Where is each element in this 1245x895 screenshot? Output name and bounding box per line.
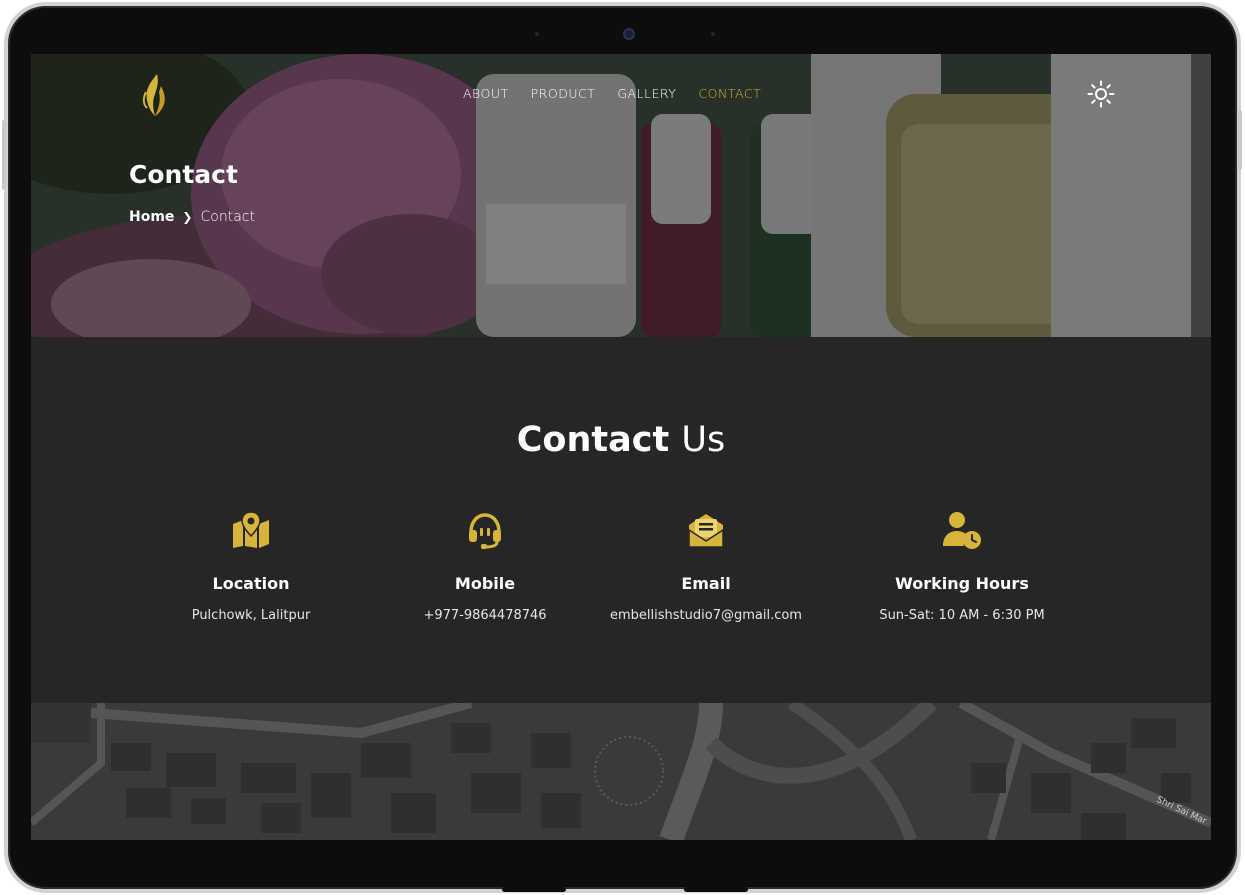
contact-card-working-hours: Working Hours Sun-Sat: 10 AM - 6:30 PM bbox=[832, 510, 1092, 623]
contact-value: Pulchowk, Lalitpur bbox=[191, 608, 311, 623]
chevron-right-icon: ❯ bbox=[182, 210, 193, 224]
map-tiles bbox=[31, 703, 1211, 840]
hero-banner: ABOUT PRODUCT GALLERY CONTACT Contact Ho… bbox=[31, 54, 1211, 337]
breadcrumb: Home ❯ Contact bbox=[129, 209, 255, 225]
contact-heading-light: Us bbox=[681, 420, 726, 460]
main-nav: ABOUT PRODUCT GALLERY CONTACT bbox=[463, 86, 761, 101]
embedded-map[interactable]: Shri Sai Mar bbox=[31, 703, 1211, 840]
contact-label: Location bbox=[212, 574, 290, 593]
device-edge bbox=[684, 887, 748, 892]
browser-screen: ABOUT PRODUCT GALLERY CONTACT Contact Ho… bbox=[31, 54, 1211, 840]
envelope-icon bbox=[688, 514, 724, 548]
contact-heading: Contact Us bbox=[31, 420, 1211, 460]
nav-gallery[interactable]: GALLERY bbox=[617, 86, 676, 101]
contact-card-location: Location Pulchowk, Lalitpur bbox=[121, 510, 381, 623]
sensor bbox=[535, 32, 539, 36]
breadcrumb-home[interactable]: Home bbox=[129, 209, 174, 225]
nav-contact[interactable]: CONTACT bbox=[698, 86, 761, 101]
headset-icon bbox=[469, 513, 501, 549]
front-camera bbox=[623, 28, 635, 40]
contact-label: Email bbox=[681, 574, 731, 593]
nav-about[interactable]: ABOUT bbox=[463, 86, 509, 101]
contact-value: Sun-Sat: 10 AM - 6:30 PM bbox=[879, 608, 1045, 623]
map-pin-icon bbox=[233, 511, 269, 548]
breadcrumb-current: Contact bbox=[200, 209, 255, 225]
device-side-button bbox=[1238, 110, 1242, 170]
nav-product[interactable]: PRODUCT bbox=[531, 86, 596, 101]
contact-card-email: Email embellishstudio7@gmail.com bbox=[576, 510, 836, 623]
sensor bbox=[711, 32, 715, 36]
device-edge bbox=[502, 887, 566, 892]
sun-icon[interactable] bbox=[1087, 80, 1115, 108]
page-title: Contact bbox=[129, 160, 238, 189]
contact-value: embellishstudio7@gmail.com bbox=[610, 608, 802, 623]
contact-heading-bold: Contact bbox=[516, 420, 670, 460]
brand-logo-icon[interactable] bbox=[141, 72, 169, 118]
contact-label: Working Hours bbox=[895, 574, 1029, 593]
user-clock-icon bbox=[943, 512, 981, 549]
device-side-button bbox=[2, 120, 6, 190]
